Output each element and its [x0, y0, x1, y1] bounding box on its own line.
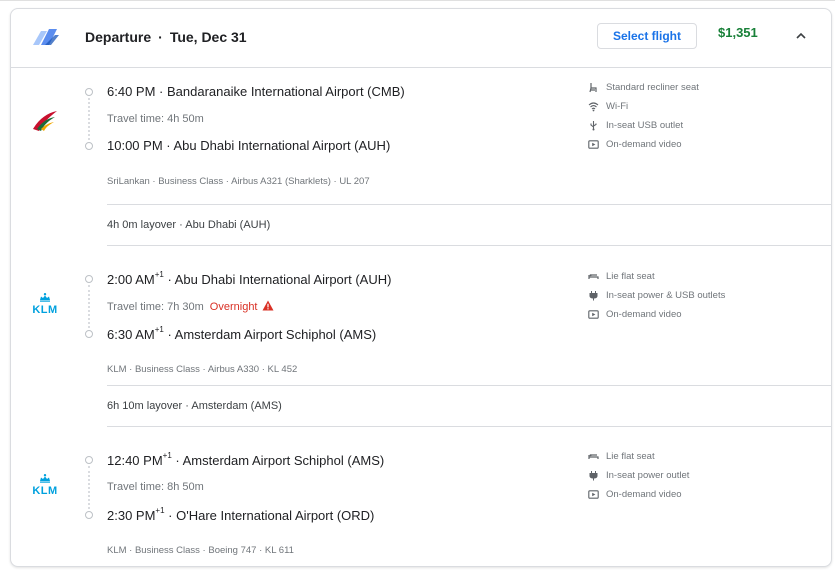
video-icon	[588, 140, 599, 149]
departure-dot	[85, 275, 93, 283]
flat-seat-icon	[588, 274, 599, 279]
klm-logo-icon: KLM	[32, 474, 57, 497]
multi-airline-logo-icon	[33, 29, 59, 45]
amenity-item: Standard recliner seat	[588, 78, 699, 97]
amenities-list: Standard recliner seat Wi-Fi In-seat USB…	[588, 78, 699, 154]
amenity-item: Wi-Fi	[588, 97, 699, 116]
travel-time: Travel time: 7h 30m Overnight	[107, 300, 274, 313]
seat-icon	[589, 83, 597, 93]
timeline-connector	[88, 466, 90, 509]
amenity-item: On-demand video	[588, 305, 725, 324]
travel-time: Travel time: 8h 50m	[107, 481, 204, 493]
amenity-item: On-demand video	[588, 485, 689, 504]
arrival-dot	[85, 511, 93, 519]
departure-airport: Amsterdam Airport Schiphol (AMS)	[182, 453, 385, 468]
departure-info: 6:40 PM · Bandaranaike International Air…	[107, 84, 405, 99]
timeline-connector	[88, 285, 90, 328]
arrival-airport: Abu Dhabi International Airport (AUH)	[173, 138, 391, 153]
flight-details: KLM · Business Class · Airbus A330 · KL …	[107, 364, 298, 375]
departure-time: 12:40 PM	[107, 453, 163, 468]
usb-icon	[590, 121, 597, 131]
chevron-up-icon[interactable]	[795, 30, 807, 42]
video-icon	[588, 310, 599, 319]
flight-details-card: Departure · Tue, Dec 31 Select flight $1,3…	[10, 8, 832, 567]
timeline-connector	[88, 98, 90, 140]
arrival-time: 2:30 PM	[107, 508, 156, 523]
arrival-time: 10:00 PM	[107, 138, 163, 153]
power-icon	[589, 291, 598, 301]
wifi-icon	[588, 102, 599, 112]
flight-header[interactable]: Departure · Tue, Dec 31 Select flight $1,3…	[11, 9, 831, 68]
arrival-dot	[85, 330, 93, 338]
warning-icon	[262, 300, 273, 311]
svg-text:KLM: KLM	[32, 304, 57, 316]
departure-date: Tue, Dec 31	[169, 29, 247, 45]
flat-seat-icon	[588, 454, 599, 459]
layover-info: 6h 10m layover · Amsterdam (AMS)	[107, 385, 831, 427]
amenity-item: On-demand video	[588, 135, 699, 154]
departure-dot	[85, 88, 93, 96]
amenity-item: Lie flat seat	[588, 447, 689, 466]
flight-price: $1,351	[718, 25, 758, 40]
amenity-item: In-seat USB outlet	[588, 116, 699, 135]
power-icon	[589, 471, 598, 481]
arrival-info: 2:30 PM+1 · O'Hare International Airport…	[107, 506, 375, 523]
travel-time: Travel time: 4h 50m	[107, 113, 204, 125]
arrival-info: 6:30 AM+1 · Amsterdam Airport Schiphol (…	[107, 325, 377, 342]
flight-segment: KLM 2:00 AM+1 · Abu Dhabi International …	[11, 246, 831, 385]
departure-airport: Abu Dhabi International Airport (AUH)	[174, 272, 392, 287]
klm-logo-icon: KLM	[32, 293, 57, 316]
arrival-dot	[85, 142, 93, 150]
flight-details: KLM · Business Class · Boeing 747 · KL 6…	[107, 545, 294, 556]
layover-info: 4h 0m layover · Abu Dhabi (AUH)	[107, 204, 831, 246]
arrival-time: 6:30 AM	[107, 327, 155, 342]
direction-label: Departure	[85, 29, 152, 45]
departure-time: 6:40 PM	[107, 84, 156, 99]
top-divider	[0, 0, 835, 1]
flight-segment: KLM 12:40 PM+1 · Amsterdam Airport Schip…	[11, 427, 831, 566]
amenities-list: Lie flat seat In-seat power outlet On-de…	[588, 447, 689, 504]
arrival-info: 10:00 PM · Abu Dhabi International Airpo…	[107, 138, 391, 153]
video-icon	[588, 490, 599, 499]
amenity-item: In-seat power outlet	[588, 466, 689, 485]
arrival-airport: Amsterdam Airport Schiphol (AMS)	[174, 327, 377, 342]
amenity-item: Lie flat seat	[588, 267, 725, 286]
header-title: Departure · Tue, Dec 31	[85, 29, 247, 45]
srilankan-logo-icon	[33, 111, 57, 131]
amenity-item: In-seat power & USB outlets	[588, 286, 725, 305]
departure-info: 2:00 AM+1 · Abu Dhabi International Airp…	[107, 270, 392, 287]
departure-time: 2:00 AM	[107, 272, 155, 287]
arrival-airport: O'Hare International Airport (ORD)	[176, 508, 375, 523]
flight-segment: 6:40 PM · Bandaranaike International Air…	[11, 67, 831, 204]
flight-details: SriLankan · Business Class · Airbus A321…	[107, 176, 370, 187]
departure-info: 12:40 PM+1 · Amsterdam Airport Schiphol …	[107, 451, 385, 468]
departure-airport: Bandaranaike International Airport (CMB)	[166, 84, 405, 99]
svg-text:KLM: KLM	[32, 485, 57, 497]
select-flight-button[interactable]: Select flight	[597, 23, 697, 49]
overnight-warning: Overnight	[209, 301, 258, 313]
amenities-list: Lie flat seat In-seat power & USB outlet…	[588, 267, 725, 324]
departure-dot	[85, 456, 93, 464]
